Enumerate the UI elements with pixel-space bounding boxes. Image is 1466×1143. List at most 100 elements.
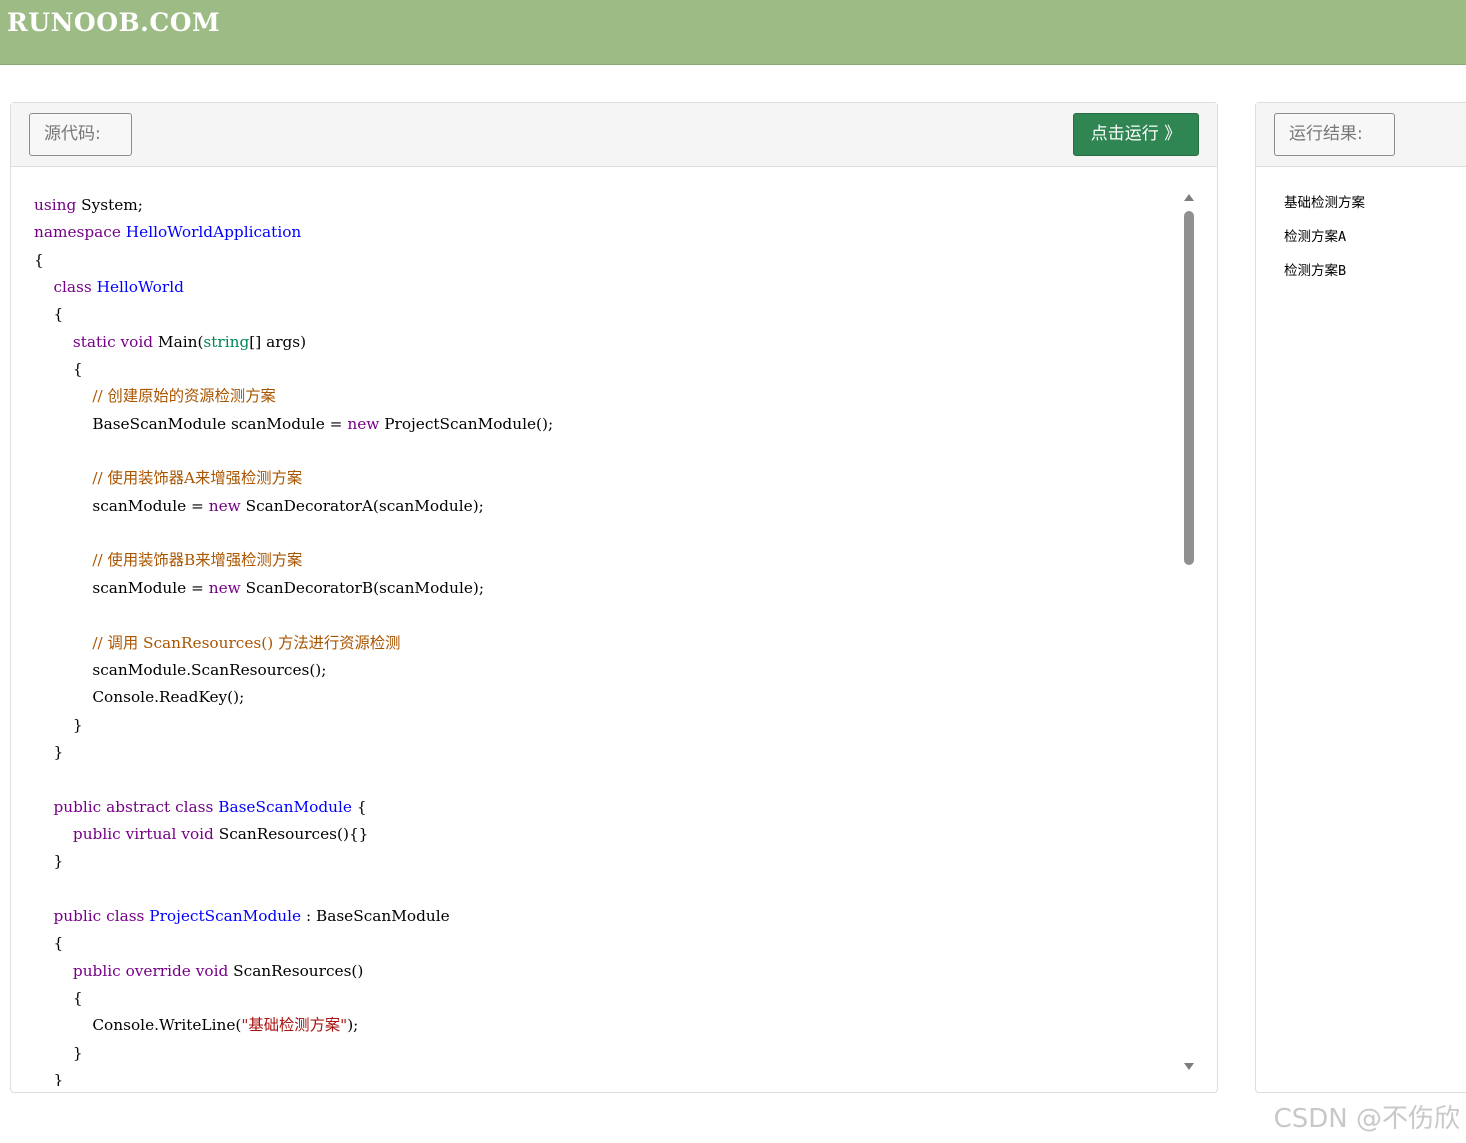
code-token: BaseScanModule	[218, 797, 352, 816]
code-line: {	[34, 930, 1187, 957]
code-token: Console.WriteLine(	[34, 1016, 242, 1035]
code-token: }	[34, 1043, 83, 1062]
code-token: void	[120, 332, 154, 351]
code-token: new	[347, 414, 380, 433]
code-token: ScanDecoratorB(scanModule);	[240, 578, 485, 597]
code-line: using System;	[34, 192, 1187, 219]
code-token: new	[208, 578, 241, 597]
code-line: BaseScanModule scanModule = new ProjectS…	[34, 411, 1187, 438]
code-token: virtual	[125, 824, 177, 843]
code-token: new	[208, 496, 241, 515]
code-token: void	[195, 961, 229, 980]
code-line: public override void ScanResources()	[34, 958, 1187, 985]
code-line: scanModule = new ScanDecoratorA(scanModu…	[34, 493, 1187, 520]
code-token: [] args)	[249, 332, 307, 351]
code-token: }	[34, 742, 64, 761]
code-token: Console.ReadKey();	[34, 688, 245, 707]
code-line: static void Main(string[] args)	[34, 329, 1187, 356]
code-line: Console.ReadKey();	[34, 684, 1187, 711]
code-line: // 使用装饰器A来增强检测方案	[34, 465, 1187, 492]
code-line: public virtual void ScanResources(){}	[34, 821, 1187, 848]
scroll-up-arrow-icon[interactable]	[1184, 194, 1194, 201]
code-line: scanModule.ScanResources();	[34, 657, 1187, 684]
code-token: ScanResources()	[228, 961, 364, 980]
code-token: public	[53, 797, 102, 816]
code-token: Main(	[153, 332, 204, 351]
code-line: }	[34, 848, 1187, 875]
code-line: }	[34, 712, 1187, 739]
result-label: 运行结果:	[1274, 113, 1395, 156]
code-token: HelloWorldApplication	[125, 223, 302, 242]
source-code-panel: 源代码: 点击运行 》 using System; namespace Hello…	[10, 102, 1218, 1093]
code-token: : BaseScanModule	[301, 906, 450, 925]
result-output: 基础检测方案 检测方案A 检测方案B	[1284, 189, 1365, 291]
code-token: ProjectScanModule	[149, 906, 302, 925]
code-token: ScanResources(){}	[213, 824, 369, 843]
result-line: 检测方案B	[1284, 263, 1347, 279]
code-token: HelloWorld	[96, 278, 184, 297]
code-token: // 调用 ScanResources() 方法进行资源检测	[92, 633, 401, 652]
scroll-down-arrow-icon[interactable]	[1184, 1063, 1194, 1070]
code-line: Console.WriteLine("基础检测方案");	[34, 1012, 1187, 1039]
code-token: "基础检测方案"	[241, 1016, 348, 1035]
code-token: override	[125, 961, 191, 980]
site-header: RUNOOB.COM	[0, 0, 1466, 65]
code-token: scanModule =	[34, 578, 209, 597]
code-line: // 使用装饰器B来增强检测方案	[34, 547, 1187, 574]
code-token: BaseScanModule scanModule =	[34, 414, 348, 433]
code-line: // 调用 ScanResources() 方法进行资源检测	[34, 630, 1187, 657]
code-token: }	[34, 1071, 64, 1086]
code-line: public abstract class BaseScanModule {	[34, 794, 1187, 821]
source-code-label: 源代码:	[29, 113, 132, 156]
code-token: }	[34, 715, 83, 734]
code-token: {	[34, 934, 64, 953]
code-token: // 创建原始的资源检测方案	[92, 387, 276, 406]
code-editor[interactable]: using System; namespace HelloWorldApplica…	[11, 168, 1187, 1086]
code-token: void	[181, 824, 214, 843]
site-logo[interactable]: RUNOOB.COM	[7, 8, 220, 37]
csdn-watermark: CSDN @不伤欣	[1273, 1104, 1460, 1134]
code-line: // 创建原始的资源检测方案	[34, 383, 1187, 410]
code-token: ScanDecoratorA(scanModule);	[240, 496, 484, 515]
code-token: public	[53, 906, 102, 925]
code-token: }	[34, 852, 64, 871]
code-line: {	[34, 356, 1187, 383]
code-token: namespace	[34, 223, 121, 242]
source-panel-heading: 源代码: 点击运行 》	[11, 103, 1217, 167]
code-token: using	[34, 196, 77, 214]
scroll-thumb[interactable]	[1184, 211, 1194, 565]
code-line: namespace HelloWorldApplication	[34, 219, 1187, 246]
code-token: string	[203, 332, 250, 351]
code-token: scanModule.ScanResources();	[34, 660, 327, 679]
result-panel: 运行结果: 基础检测方案 检测方案A 检测方案B	[1255, 102, 1466, 1093]
code-token: static	[72, 332, 116, 351]
code-token: {	[34, 250, 44, 269]
code-line: {	[34, 301, 1187, 328]
code-token: // 使用装饰器B来增强检测方案	[92, 551, 303, 570]
code-line: class HelloWorld	[34, 274, 1187, 301]
code-token: );	[347, 1016, 359, 1035]
code-scrollbar[interactable]	[1181, 191, 1197, 1073]
code-line: {	[34, 247, 1187, 274]
code-token: public	[72, 824, 121, 843]
code-token: class	[106, 906, 145, 925]
code-token: abstract	[106, 797, 171, 816]
run-button[interactable]: 点击运行 》	[1073, 113, 1199, 156]
code-token: {	[351, 797, 367, 816]
code-token: // 使用装饰器A来增强检测方案	[92, 469, 303, 488]
code-line: {	[34, 985, 1187, 1012]
code-line: }	[34, 1067, 1187, 1086]
code-content[interactable]: using System; namespace HelloWorldApplica…	[34, 192, 1187, 1086]
